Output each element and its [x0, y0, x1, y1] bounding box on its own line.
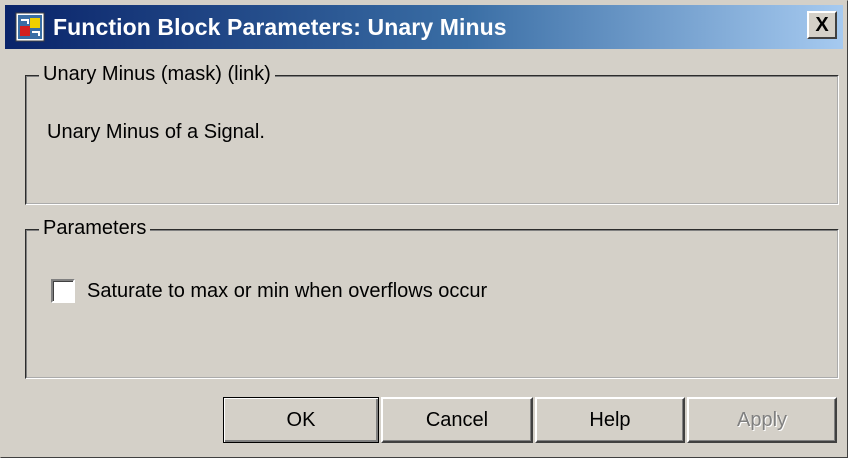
title-bar[interactable]: Function Block Parameters: Unary Minus X: [5, 5, 843, 49]
close-icon: X: [815, 14, 829, 36]
simulink-block-icon: [15, 12, 45, 42]
parameters-group-legend: Parameters: [39, 217, 151, 240]
description-group-legend: Unary Minus (mask) (link): [39, 63, 275, 86]
ok-button-label: OK: [286, 408, 316, 431]
apply-button-label: Apply: [736, 408, 788, 431]
help-button[interactable]: Help: [535, 397, 685, 443]
saturate-checkbox[interactable]: [51, 279, 75, 303]
close-button[interactable]: X: [807, 11, 837, 39]
ok-button[interactable]: OK: [223, 397, 379, 443]
block-description: Unary Minus of a Signal.: [47, 121, 265, 143]
cancel-button[interactable]: Cancel: [381, 397, 533, 443]
saturate-checkbox-label[interactable]: Saturate to max or min when overflows oc…: [87, 280, 487, 303]
window-title: Function Block Parameters: Unary Minus: [53, 13, 507, 40]
parameters-groupbox: [25, 229, 839, 379]
apply-button[interactable]: Apply: [687, 397, 837, 443]
dialog-window: Function Block Parameters: Unary Minus X…: [0, 0, 848, 458]
help-button-label: Help: [589, 408, 631, 431]
cancel-button-label: Cancel: [425, 408, 489, 431]
